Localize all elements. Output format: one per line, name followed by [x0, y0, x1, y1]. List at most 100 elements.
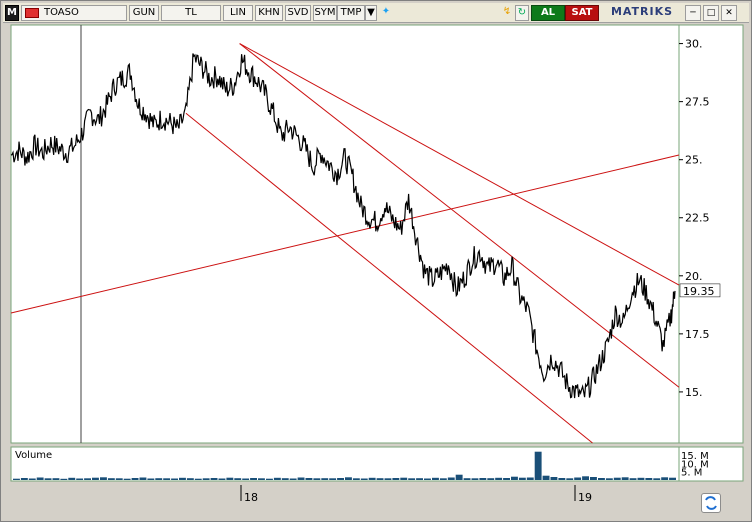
volume-bar — [574, 477, 582, 480]
volume-bar — [392, 478, 400, 480]
volume-bar — [313, 478, 321, 480]
volume-bar — [52, 478, 60, 480]
twitter-bird-icon[interactable]: ✦ — [379, 5, 393, 21]
chart-window: M TOASO GUN TL LIN KHN SVD SYM TMP ▼ ✦ ↯… — [0, 0, 752, 522]
volume-bar — [534, 451, 542, 480]
volume-bar — [337, 478, 344, 480]
volume-bar — [28, 478, 36, 480]
volume-bar — [368, 477, 376, 480]
volume-bar — [297, 477, 305, 480]
volume-bar — [590, 477, 597, 480]
volume-bar — [613, 477, 621, 480]
symbol-label: TOASO — [44, 7, 79, 18]
volume-bar — [329, 478, 337, 480]
volume-bar — [44, 478, 52, 480]
volume-bar — [542, 475, 550, 480]
buy-button[interactable]: AL — [531, 5, 565, 21]
volume-bar — [194, 478, 202, 480]
volume-bar — [250, 478, 257, 480]
volume-bar — [234, 478, 242, 480]
volume-bar — [471, 478, 479, 480]
y-tick-label: 22.5 — [685, 212, 710, 225]
volume-bar — [202, 478, 210, 480]
volume-bar — [455, 474, 463, 480]
tmp-button[interactable]: TMP — [337, 5, 365, 21]
sym-button[interactable]: SYM — [313, 5, 337, 21]
volume-bar — [123, 478, 131, 480]
volume-bar — [605, 478, 613, 480]
sell-button[interactable]: SAT — [565, 5, 599, 21]
volume-bar — [92, 477, 99, 480]
volume-panel[interactable] — [10, 446, 680, 482]
y-tick-label: 30. — [685, 38, 703, 51]
lightning-icon[interactable]: ↯ — [501, 5, 513, 21]
svd-button[interactable]: SVD — [285, 5, 311, 21]
volume-bar — [558, 478, 566, 480]
volume-bar — [582, 476, 589, 480]
volume-tick-label: 5. M — [681, 468, 702, 479]
price-axis-panel — [678, 24, 744, 444]
volume-bar — [424, 478, 431, 480]
volume-bar — [147, 478, 155, 480]
khn-button[interactable]: KHN — [255, 5, 283, 21]
volume-bar — [518, 477, 526, 480]
volume-bar — [566, 478, 574, 480]
menu-m-button[interactable]: M — [5, 5, 19, 21]
volume-bar — [653, 478, 661, 480]
volume-bar — [155, 478, 163, 480]
volume-bar — [637, 477, 645, 480]
x-tick-label: 19 — [578, 491, 592, 504]
volume-bar — [511, 476, 518, 480]
matriks-logo: MATRIKS — [610, 5, 674, 18]
currency-button[interactable]: TL — [161, 5, 221, 21]
volume-bar — [321, 478, 329, 480]
volume-bar — [226, 477, 234, 480]
chart-area[interactable]: 30. 27.5 25. 22.5 20. 17.5 15. 19.35 Volume 15. … — [9, 23, 745, 511]
price-chart[interactable]: 30.27.525.22.520.17.515.19.35 Volume 15. … — [9, 23, 745, 511]
volume-bar — [408, 478, 416, 480]
y-tick-label: 17.5 — [685, 328, 710, 341]
volume-title: Volume — [15, 450, 52, 461]
volume-bar — [266, 478, 273, 480]
volume-bar — [621, 477, 629, 480]
volume-bar — [100, 477, 107, 480]
volume-bar — [376, 478, 384, 480]
volume-bar — [289, 478, 297, 480]
volume-bar — [550, 477, 558, 480]
volume-bar — [479, 478, 487, 480]
chart-scroll-button[interactable] — [701, 493, 721, 513]
scale-button[interactable]: LIN — [223, 5, 253, 21]
volume-bar — [598, 478, 605, 480]
volume-bar — [171, 478, 178, 480]
volume-bar — [416, 478, 423, 480]
volume-bar — [384, 478, 392, 480]
maximize-icon[interactable]: □ — [703, 5, 719, 21]
volume-bar — [400, 477, 408, 480]
volume-bar — [273, 477, 281, 480]
symbol-field[interactable]: TOASO — [21, 5, 127, 21]
volume-bar — [669, 477, 676, 480]
close-icon[interactable]: ✕ — [721, 5, 737, 21]
dropdown-arrow-icon[interactable]: ▼ — [365, 5, 377, 21]
chart-toolbar: M TOASO GUN TL LIN KHN SVD SYM TMP ▼ ✦ ↯… — [3, 3, 749, 23]
volume-bar — [186, 478, 194, 480]
volume-bar — [60, 478, 68, 480]
volume-bar — [360, 478, 368, 480]
volume-bar — [661, 477, 669, 480]
volume-bar — [305, 478, 313, 480]
volume-bar — [439, 478, 447, 480]
volume-bar — [629, 478, 637, 480]
volume-bar — [258, 478, 265, 480]
volume-bar — [218, 478, 226, 480]
volume-bar — [179, 477, 186, 480]
volume-bar — [84, 478, 91, 480]
volume-bar — [210, 478, 218, 480]
refresh-icon[interactable]: ↻ — [515, 5, 529, 21]
minimize-icon[interactable]: ─ — [685, 5, 701, 21]
period-button[interactable]: GUN — [129, 5, 159, 21]
volume-bar — [139, 477, 147, 480]
volume-bar — [495, 477, 503, 480]
volume-bar — [68, 477, 76, 480]
volume-bar — [526, 477, 534, 480]
x-tick-label: 18 — [244, 491, 258, 504]
